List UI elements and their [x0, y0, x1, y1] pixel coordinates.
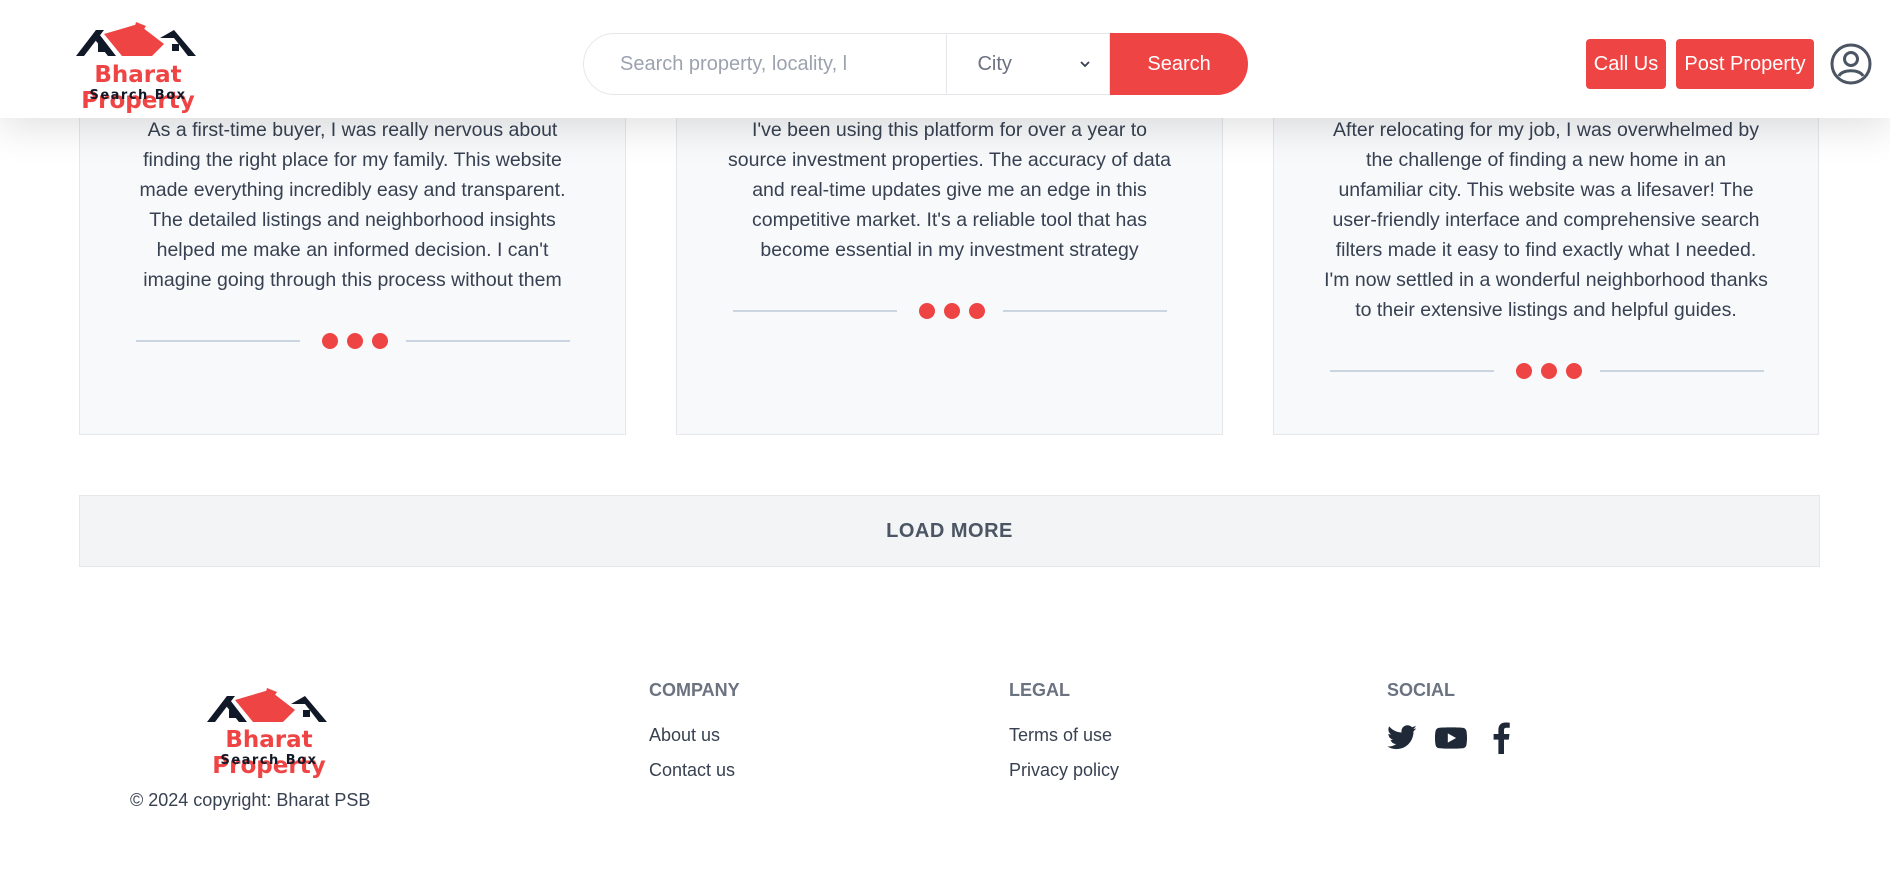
twitter-icon[interactable] [1386, 722, 1418, 754]
search-input[interactable] [583, 33, 947, 95]
city-select[interactable]: City [946, 33, 1111, 95]
user-circle-icon[interactable] [1830, 43, 1872, 85]
site-header: Bharat Property Search Box City Search C… [0, 0, 1890, 118]
testimonial-card: As a first-time buyer, I was really nerv… [79, 100, 626, 435]
footer-logo[interactable]: Bharat Property Search Box [181, 688, 357, 779]
terms-of-use-link[interactable]: Terms of use [1009, 725, 1112, 746]
call-us-button[interactable]: Call Us [1586, 39, 1666, 89]
testimonial-text: After relocating for my job, I was overw… [1324, 119, 1768, 321]
search-bar: City Search [583, 33, 1248, 95]
about-us-link[interactable]: About us [649, 725, 720, 746]
legal-heading: LEGAL [1009, 680, 1070, 700]
search-button[interactable]: Search [1110, 33, 1248, 95]
testimonial-divider [1330, 362, 1764, 380]
testimonial-divider [136, 332, 570, 350]
contact-us-link[interactable]: Contact us [649, 760, 735, 781]
social-heading: SOCIAL [1387, 680, 1456, 700]
testimonial-divider [733, 302, 1167, 320]
post-property-button[interactable]: Post Property [1676, 39, 1814, 89]
testimonial-card: After relocating for my job, I was overw… [1273, 100, 1819, 435]
chevron-down-icon [1080, 61, 1090, 68]
testimonial-card: I've been using this platform for over a… [676, 100, 1223, 435]
brand-tagline: Search Box [220, 753, 318, 768]
company-heading: COMPANY [649, 680, 740, 700]
privacy-policy-link[interactable]: Privacy policy [1009, 760, 1119, 781]
testimonial-text: I've been using this platform for over a… [728, 119, 1171, 261]
youtube-icon[interactable] [1435, 722, 1467, 754]
testimonial-text: As a first-time buyer, I was really nerv… [139, 119, 566, 291]
brand-tagline: Search Box [89, 88, 187, 103]
house-roof-icon [207, 688, 327, 722]
facebook-icon[interactable] [1486, 722, 1518, 754]
house-roof-icon [76, 22, 196, 56]
load-more-button[interactable]: LOAD MORE [79, 495, 1820, 567]
brand-logo[interactable]: Bharat Property Search Box [50, 22, 226, 114]
copyright-text: © 2024 copyright: Bharat PSB [130, 790, 371, 810]
city-select-value: City [977, 52, 1012, 75]
